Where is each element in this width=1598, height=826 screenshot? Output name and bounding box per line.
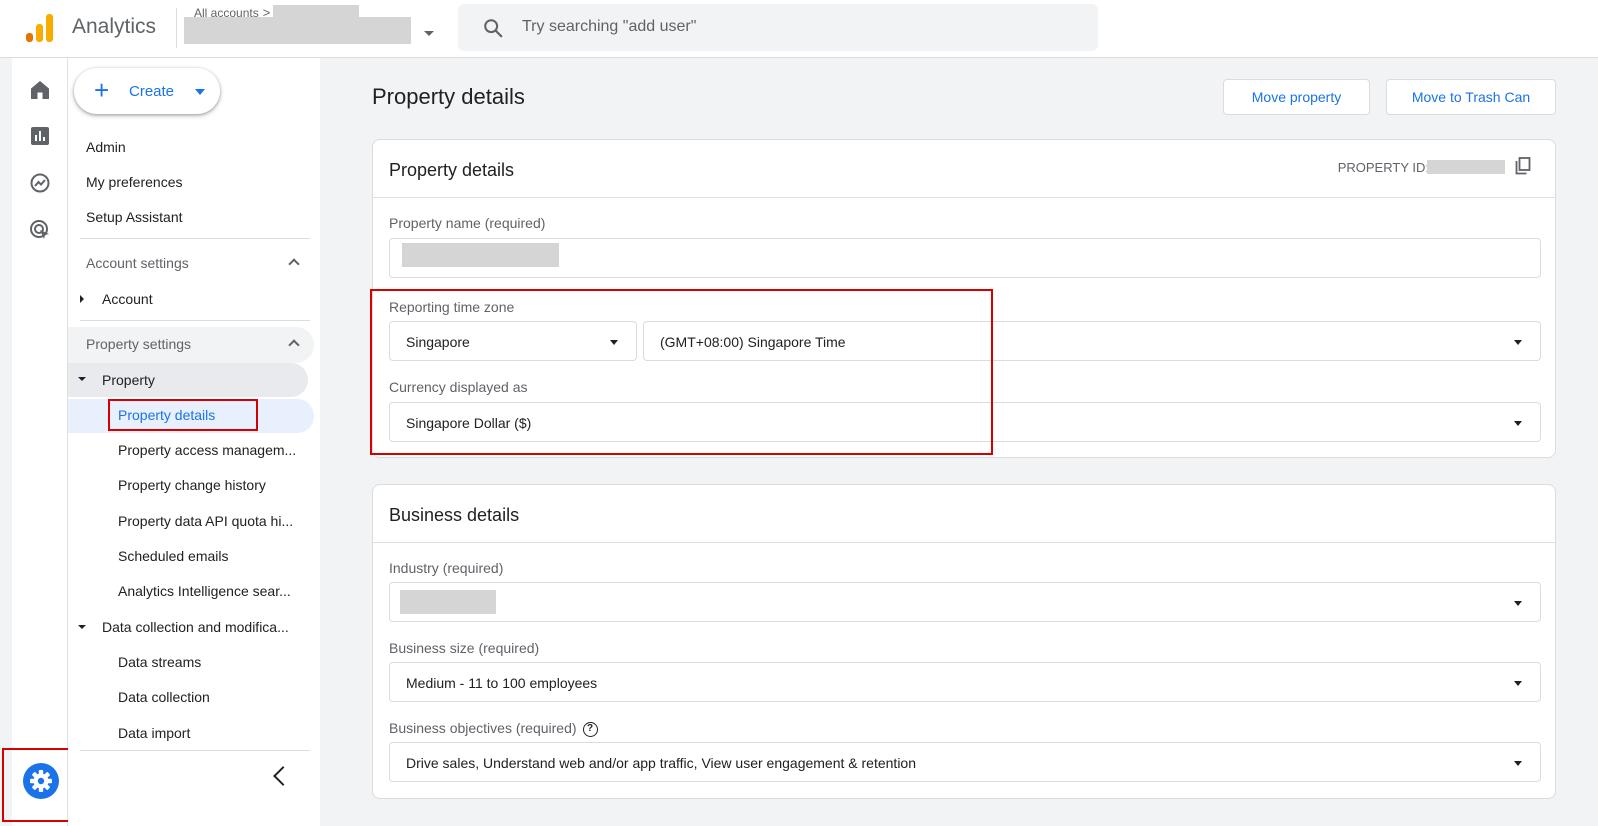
chevron-up-icon: [288, 258, 300, 270]
nav-item-property-access-management[interactable]: Property access managem...: [118, 442, 308, 458]
search-icon: [484, 19, 503, 38]
nav-item-data-api-quota[interactable]: Property data API quota hi...: [118, 513, 308, 529]
search-bar[interactable]: Try searching "add user": [458, 4, 1098, 51]
nav-item-scheduled-emails[interactable]: Scheduled emails: [118, 548, 308, 564]
nav-item-property-details[interactable]: Property details: [118, 407, 308, 423]
copy-icon[interactable]: [1515, 157, 1531, 175]
business-objectives-label: Business objectives (required)?: [389, 720, 598, 737]
app-title: Analytics: [72, 15, 157, 38]
property-settings-header[interactable]: Property settings: [68, 327, 314, 363]
nav-item-data-collection[interactable]: Data collection: [118, 689, 308, 705]
divider: [80, 320, 310, 321]
collapse-arrow-icon[interactable]: [78, 377, 86, 381]
analytics-logo-icon[interactable]: [26, 14, 54, 42]
divider: [373, 542, 1555, 543]
home-icon[interactable]: [28, 78, 52, 102]
divider: [80, 750, 310, 751]
chevron-down-icon[interactable]: [424, 31, 434, 36]
advertising-icon[interactable]: [28, 218, 52, 242]
section-label: Property settings: [86, 336, 192, 352]
nav-item-property-change-history[interactable]: Property change history: [118, 477, 308, 493]
expand-arrow-icon[interactable]: [80, 295, 84, 303]
section-label: Account settings: [86, 255, 189, 271]
property-name-input[interactable]: [389, 238, 1541, 278]
card-title: Business details: [389, 505, 520, 525]
selected-value: Medium - 11 to 100 employees: [406, 675, 598, 691]
property-name-label: Property name (required): [389, 215, 546, 231]
caret-down-icon: [1514, 681, 1522, 686]
admin-button[interactable]: [23, 763, 59, 799]
reports-icon[interactable]: [28, 124, 52, 148]
move-to-trash-button[interactable]: Move to Trash Can: [1386, 79, 1556, 115]
admin-highlight: [2, 748, 73, 822]
account-settings-header[interactable]: Account settings: [68, 246, 314, 282]
plus-icon: +: [94, 75, 110, 105]
industry-label: Industry (required): [389, 560, 504, 576]
selected-value: Drive sales, Understand web and/or app t…: [406, 755, 916, 771]
gear-icon: [30, 770, 52, 792]
property-id-label: PROPERTY ID:: [1337, 160, 1429, 175]
caret-down-icon: [1514, 601, 1522, 606]
caret-down-icon: [1514, 761, 1522, 766]
nav-item-setup-assistant[interactable]: Setup Assistant: [86, 209, 183, 225]
move-property-button[interactable]: Move property: [1223, 79, 1370, 115]
industry-select[interactable]: [389, 582, 1541, 622]
account-property-picker[interactable]: [184, 17, 411, 44]
caret-down-icon: [195, 89, 205, 95]
nav-item-my-preferences[interactable]: My preferences: [86, 174, 182, 190]
divider: [80, 238, 310, 239]
caret-down-icon: [1514, 421, 1522, 426]
top-bar: Analytics All accounts > Try searching "a…: [0, 0, 1598, 58]
redacted-industry: [400, 590, 496, 614]
divider: [176, 8, 177, 48]
caret-down-icon: [1514, 340, 1522, 345]
create-label: Create: [129, 83, 175, 100]
search-placeholder[interactable]: Try searching "add user": [522, 18, 696, 36]
business-size-label: Business size (required): [389, 640, 540, 656]
redacted-property-id: [1427, 160, 1505, 174]
business-details-card: Business details Industry (required) Bus…: [372, 484, 1556, 799]
redacted-property-name: [402, 243, 559, 267]
explore-icon[interactable]: [28, 171, 52, 195]
chevron-up-icon: [288, 339, 300, 351]
left-rail: [12, 58, 68, 826]
nav-item-property[interactable]: Property: [102, 372, 155, 388]
nav-item-data-collection-group[interactable]: Data collection and modifica...: [102, 619, 308, 635]
nav-item-account[interactable]: Account: [102, 291, 153, 307]
page-title: Property details: [372, 84, 525, 109]
admin-sidebar: + Create Admin My preferences Setup Assi…: [68, 58, 320, 826]
create-button[interactable]: + Create: [74, 68, 220, 114]
help-icon[interactable]: ?: [582, 721, 598, 737]
collapse-sidebar-chevron-icon[interactable]: [273, 766, 293, 786]
nav-item-data-streams[interactable]: Data streams: [118, 654, 308, 670]
nav-item-admin[interactable]: Admin: [86, 139, 126, 155]
business-size-select[interactable]: Medium - 11 to 100 employees: [389, 662, 1541, 702]
card-title: Property details: [389, 160, 515, 180]
collapse-arrow-icon[interactable]: [78, 625, 86, 629]
divider: [373, 197, 1555, 198]
timezone-currency-highlight: [370, 289, 993, 455]
nav-item-data-import[interactable]: Data import: [118, 725, 308, 741]
label-text: Business objectives (required): [389, 720, 577, 736]
nav-item-analytics-intelligence[interactable]: Analytics Intelligence sear...: [118, 583, 308, 599]
business-objectives-select[interactable]: Drive sales, Understand web and/or app t…: [389, 742, 1541, 782]
